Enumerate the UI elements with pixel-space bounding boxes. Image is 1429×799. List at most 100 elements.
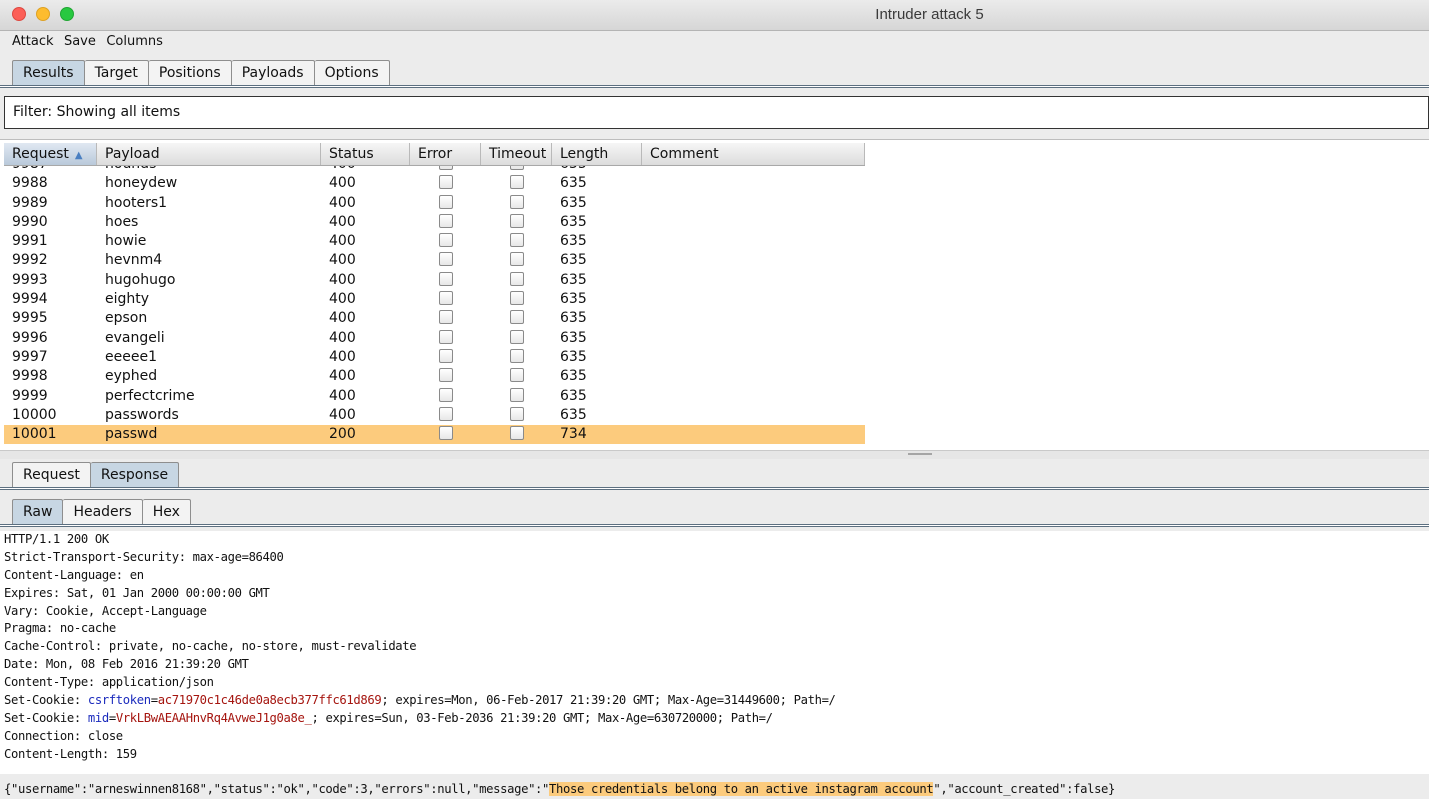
checkbox-icon [509, 387, 524, 402]
checkbox-icon [438, 233, 453, 248]
cell-timeout [481, 174, 552, 193]
response-line: Content-Language: en [4, 567, 144, 582]
checkbox-icon [438, 368, 453, 383]
table-row[interactable]: 9999 perfectcrime 400 635 [4, 387, 865, 406]
set-cookie-csrftoken-line: Set-Cookie: csrftoken=ac71970c1c46de0a8e… [4, 693, 836, 708]
response-line: Pragma: no-cache [4, 621, 116, 636]
cell-error [410, 271, 481, 290]
column-header-comment[interactable]: Comment [642, 143, 865, 165]
cell-payload: honeydew [105, 175, 178, 192]
cell-error [410, 194, 481, 213]
tab-request[interactable]: Request [12, 462, 91, 487]
cell-comment [642, 367, 865, 386]
cell-length: 635 [560, 406, 587, 423]
response-raw-view[interactable]: HTTP/1.1 200 OK Strict-Transport-Securit… [0, 531, 1429, 797]
cell-comment [642, 309, 865, 328]
tab-target[interactable]: Target [84, 60, 149, 85]
cell-status: 400 [329, 194, 356, 211]
cell-request: 9990 [12, 213, 48, 230]
tab-results[interactable]: Results [12, 60, 85, 85]
checkbox-icon [509, 426, 524, 441]
table-row[interactable]: 10001 passwd 200 734 [4, 425, 865, 445]
cell-payload: eighty [105, 291, 150, 308]
table-row[interactable]: 9990 hoes 400 635 [4, 213, 865, 232]
column-header-payload[interactable]: Payload [97, 143, 321, 165]
window-title: Intruder attack 5 [875, 6, 984, 23]
cell-comment [642, 387, 865, 406]
column-header-error[interactable]: Error [410, 143, 481, 165]
cookie-name: mid [87, 710, 109, 725]
table-row[interactable]: 9997 eeeee1 400 635 [4, 348, 865, 367]
column-header-status[interactable]: Status [321, 143, 410, 165]
checkbox-icon [438, 291, 453, 306]
cell-timeout [481, 166, 552, 174]
cell-request: 9999 [12, 387, 48, 404]
cell-request: 9995 [12, 310, 48, 327]
cell-status: 400 [329, 175, 356, 192]
column-header-timeout[interactable]: Timeout [481, 143, 552, 165]
cell-request: 9996 [12, 329, 48, 346]
table-row[interactable]: 9998 eyphed 400 635 [4, 367, 865, 386]
tab-response[interactable]: Response [90, 462, 180, 487]
menu-save[interactable]: Save [64, 31, 96, 53]
cell-payload: evangeli [105, 329, 165, 346]
cell-error [410, 232, 481, 251]
cell-comment [642, 251, 865, 270]
cookie-attributes: ; expires=Sun, 03-Feb-2036 21:39:20 GMT;… [311, 710, 773, 725]
table-row[interactable]: 9994 eighty 400 635 [4, 290, 865, 309]
checkbox-icon [509, 291, 524, 306]
tab-raw[interactable]: Raw [12, 499, 64, 524]
cell-timeout [481, 271, 552, 290]
pane-splitter[interactable] [0, 450, 1429, 459]
cell-request: 9991 [12, 233, 48, 250]
cell-error [410, 213, 481, 232]
json-body-start: {"username":"arneswinnen8168","status":"… [4, 782, 550, 797]
cell-error [410, 387, 481, 406]
column-header-length[interactable]: Length [552, 143, 642, 165]
table-row[interactable]: 9992 hevnm4 400 635 [4, 251, 865, 270]
table-row[interactable]: 9987hounds400 635 [4, 166, 865, 174]
cell-length: 635 [560, 310, 587, 327]
column-header-request[interactable]: Request ▲ [4, 143, 97, 165]
menu-attack[interactable]: Attack [12, 31, 54, 53]
cell-comment [642, 174, 865, 193]
response-line: Vary: Cookie, Accept-Language [4, 603, 207, 618]
cell-length: 635 [560, 271, 587, 288]
table-row[interactable]: 9989 hooters1 400 635 [4, 194, 865, 213]
table-row[interactable]: 10000 passwords 400 635 [4, 406, 865, 425]
cell-error [410, 348, 481, 367]
cell-request: 9994 [12, 291, 48, 308]
cell-error [410, 329, 481, 348]
cell-error [410, 174, 481, 193]
cookie-value: VrkLBwAEAAHnvRq4AvweJ1g0a8e_ [115, 710, 312, 725]
cell-error [410, 251, 481, 270]
tab-positions[interactable]: Positions [148, 60, 232, 85]
cell-payload: eeeee1 [105, 348, 157, 365]
checkbox-icon [438, 271, 453, 286]
cell-length: 635 [560, 348, 587, 365]
table-row[interactable]: 9996 evangeli 400 635 [4, 329, 865, 348]
table-row[interactable]: 9993 hugohugo 400 635 [4, 271, 865, 290]
cell-status: 400 [329, 213, 356, 230]
checkbox-icon [438, 329, 453, 344]
tab-headers[interactable]: Headers [63, 499, 143, 524]
splitter-grip-icon[interactable] [908, 453, 932, 455]
response-line: Content-Length: 159 [4, 746, 137, 761]
tab-hex[interactable]: Hex [142, 499, 191, 524]
cookie-value: ac71970c1c46de0a8ecb377ffc61d869 [157, 693, 382, 708]
cell-comment [642, 290, 865, 309]
tab-payloads[interactable]: Payloads [231, 60, 315, 85]
cell-request: 9998 [12, 368, 48, 385]
table-row[interactable]: 9991 howie 400 635 [4, 232, 865, 251]
cell-length: 635 [560, 252, 587, 269]
menu-columns[interactable]: Columns [106, 31, 163, 53]
cell-timeout [481, 329, 552, 348]
checkbox-icon [509, 166, 524, 170]
filter-bar[interactable]: Filter: Showing all items [4, 96, 1429, 129]
response-line: Date: Mon, 08 Feb 2016 21:39:20 GMT [4, 657, 249, 672]
cookie-prefix: Set-Cookie: [4, 693, 88, 708]
cell-length: 635 [560, 387, 587, 404]
tab-options[interactable]: Options [314, 60, 390, 85]
table-row[interactable]: 9988 honeydew 400 635 [4, 174, 865, 193]
table-row[interactable]: 9995 epson 400 635 [4, 309, 865, 328]
